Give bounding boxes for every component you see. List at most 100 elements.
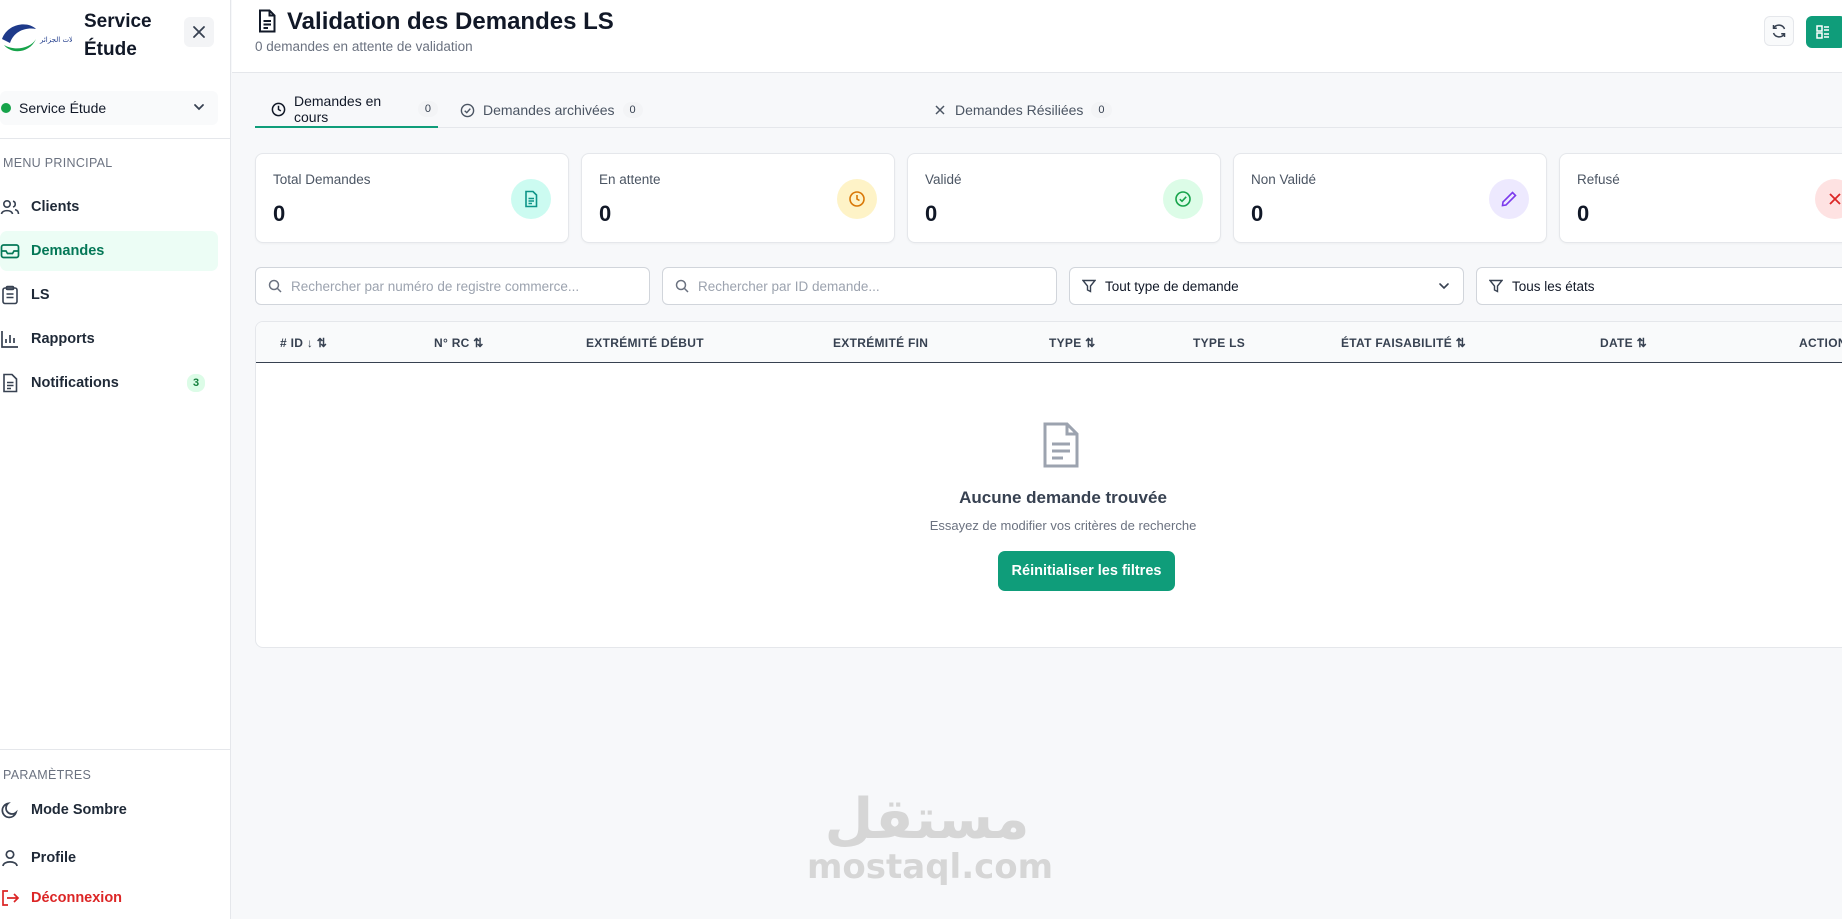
tab-count-badge: 0 xyxy=(417,101,438,117)
search-icon xyxy=(675,279,689,293)
user-icon xyxy=(0,848,20,868)
service-select-label: Service Étude xyxy=(19,100,107,116)
column-header-extremite-fin: EXTRÉMITÉ FIN xyxy=(833,336,929,350)
users-icon xyxy=(0,197,20,217)
divider xyxy=(0,138,231,139)
stat-card-non-valide: Non Validé 0 xyxy=(1233,153,1547,243)
search-rc-input[interactable]: Rechercher par numéro de registre commer… xyxy=(255,267,650,305)
column-header-action: ACTION xyxy=(1799,336,1842,350)
column-header-date[interactable]: DATE ⇅ xyxy=(1600,336,1647,350)
page-header: Validation des Demandes LS 0 demandes en… xyxy=(232,0,1842,73)
main-content: Validation des Demandes LS 0 demandes en… xyxy=(232,0,1842,919)
stat-label: Non Validé xyxy=(1251,172,1317,187)
empty-state-subtitle: Essayez de modifier vos critères de rech… xyxy=(929,518,1197,533)
empty-document-icon xyxy=(1043,422,1079,468)
close-icon xyxy=(193,26,205,38)
sidebar-item-label: Déconnexion xyxy=(31,890,123,906)
brand-title: Service Étude xyxy=(84,11,152,60)
column-header-type[interactable]: TYPE ⇅ xyxy=(1049,336,1096,350)
pencil-icon xyxy=(1489,179,1529,219)
tab-count-badge: 0 xyxy=(622,102,643,118)
sidebar-item-ls[interactable]: LS xyxy=(0,275,218,315)
divider xyxy=(0,749,231,750)
search-id-placeholder: Rechercher par ID demande... xyxy=(698,278,880,294)
column-header-etat-faisabilite[interactable]: ÉTAT FAISABILITÉ ⇅ xyxy=(1341,336,1466,350)
stat-label: Refusé xyxy=(1577,172,1620,187)
view-toggle-button[interactable] xyxy=(1806,16,1842,48)
sidebar-item-label: Demandes xyxy=(31,243,105,259)
refresh-button[interactable] xyxy=(1764,16,1794,46)
stat-value: 0 xyxy=(925,201,938,226)
sidebar-item-clients[interactable]: Clients xyxy=(0,187,218,227)
x-icon xyxy=(933,103,947,117)
list-view-icon xyxy=(1816,25,1829,39)
tab-demandes-en-cours[interactable]: Demandes en cours 0 xyxy=(255,92,438,128)
sidebar-item-label: Mode Sombre xyxy=(31,802,127,818)
search-rc-placeholder: Rechercher par numéro de registre commer… xyxy=(291,278,580,294)
filter-icon xyxy=(1082,279,1096,293)
watermark-arabic: مستقل xyxy=(824,787,1030,852)
sidebar-item-label: Notifications xyxy=(31,375,119,391)
stat-label: En attente xyxy=(599,172,661,187)
tab-label: Demandes en cours xyxy=(294,93,382,125)
reset-filters-button[interactable]: Réinitialiser les filtres xyxy=(998,551,1175,591)
stat-label: Total Demandes xyxy=(273,172,371,187)
check-circle-icon xyxy=(1163,179,1203,219)
dark-mode-toggle[interactable]: Mode Sombre xyxy=(0,790,218,830)
stat-label: Validé xyxy=(925,172,962,187)
x-circle-icon xyxy=(1815,179,1842,219)
stat-card-valide: Validé 0 xyxy=(907,153,1221,243)
status-dot xyxy=(1,103,11,113)
close-sidebar-button[interactable] xyxy=(184,17,214,47)
stat-card-total: Total Demandes 0 xyxy=(255,153,569,243)
state-filter-select[interactable]: Tous les états xyxy=(1476,267,1842,305)
table-header: # ID ↓ ⇅ N° RC ⇅ EXTRÉMITÉ DÉBUT EXTRÉMI… xyxy=(256,322,1842,363)
svg-text:اتصالات الجزائر: اتصالات الجزائر xyxy=(39,36,72,44)
type-filter-select[interactable]: Tout type de demande xyxy=(1069,267,1464,305)
state-filter-value: Tous les états xyxy=(1512,278,1595,294)
notification-count-badge: 3 xyxy=(187,374,205,392)
sidebar-item-demandes[interactable]: Demandes xyxy=(0,231,218,271)
tab-demandes-resiliees[interactable]: Demandes Résiliées 0 xyxy=(933,92,1112,128)
stat-value: 0 xyxy=(273,201,286,226)
stat-value: 0 xyxy=(599,201,612,226)
page-subtitle: 0 demandes en attente de validation xyxy=(255,39,473,54)
search-icon xyxy=(268,279,282,293)
moon-icon xyxy=(0,800,20,820)
watermark-latin: mostaql.com xyxy=(807,847,1054,887)
logout-icon xyxy=(0,888,20,908)
stat-value: 0 xyxy=(1577,201,1590,226)
stat-card-refuse: Refusé 0 xyxy=(1559,153,1842,243)
watermark: مستقل mostaql.com xyxy=(807,787,1054,887)
type-filter-value: Tout type de demande xyxy=(1105,278,1239,294)
service-select[interactable]: Service Étude xyxy=(0,91,218,125)
document-icon xyxy=(259,9,276,33)
document-icon xyxy=(511,179,551,219)
column-header-extremite-debut: EXTRÉMITÉ DÉBUT xyxy=(586,336,704,350)
column-header-id[interactable]: # ID ↓ ⇅ xyxy=(280,336,327,350)
logout-button[interactable]: Déconnexion xyxy=(0,878,218,918)
tab-bar: Demandes en cours 0 Demandes archivées 0… xyxy=(255,92,1842,128)
filter-icon xyxy=(1489,279,1503,293)
company-logo: اتصالات الجزائر xyxy=(2,24,72,52)
file-icon xyxy=(0,373,20,393)
sidebar-item-profile[interactable]: Profile xyxy=(0,838,218,878)
clock-icon xyxy=(271,102,286,117)
stat-card-en-attente: En attente 0 xyxy=(581,153,895,243)
empty-state-title: Aucune demande trouvée xyxy=(959,488,1167,507)
sidebar-item-notifications[interactable]: Notifications 3 xyxy=(0,363,218,403)
tab-label: Demandes Résiliées xyxy=(955,102,1084,118)
tab-label: Demandes archivées xyxy=(483,102,615,118)
clipboard-icon xyxy=(0,285,20,305)
search-id-input[interactable]: Rechercher par ID demande... xyxy=(662,267,1057,305)
sidebar-item-rapports[interactable]: Rapports xyxy=(0,319,218,359)
tab-count-badge: 0 xyxy=(1091,102,1112,118)
chevron-down-icon xyxy=(194,104,204,111)
stat-value: 0 xyxy=(1251,201,1264,226)
page-title: Validation des Demandes LS xyxy=(287,8,614,35)
tab-demandes-archivees[interactable]: Demandes archivées 0 xyxy=(460,92,643,128)
sidebar-item-label: Clients xyxy=(31,199,80,215)
sidebar-item-label: LS xyxy=(31,287,50,303)
clock-icon xyxy=(837,179,877,219)
column-header-rc[interactable]: N° RC ⇅ xyxy=(434,336,484,350)
